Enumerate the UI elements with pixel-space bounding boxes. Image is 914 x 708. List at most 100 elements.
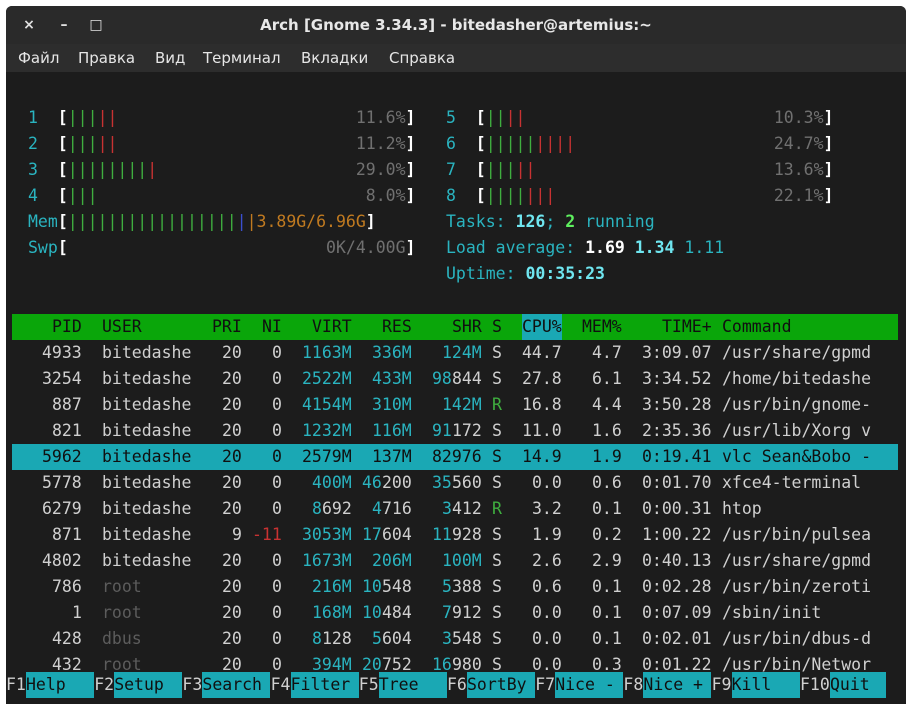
fkey-label-search[interactable]: Search: [202, 672, 271, 698]
cell-shr-thousands: 5: [442, 577, 452, 596]
cell-pid: 4933: [42, 343, 82, 362]
cell-cmd: /usr/bin/dbus-d: [722, 629, 872, 648]
cpu-percent: 8.0%: [365, 186, 406, 205]
fkey-label-tree[interactable]: Tree: [378, 672, 447, 698]
fkey-f4[interactable]: F4: [271, 672, 291, 698]
header-user: USER: [102, 317, 142, 336]
cpu-bar-user: |||: [485, 160, 516, 179]
cell-shr-thousands: 35: [432, 473, 452, 492]
cell-shr-units: 560: [452, 473, 482, 492]
title-bar: × – □ Arch [Gnome 3.34.3] - bitedasher@a…: [6, 6, 906, 44]
cpu-percent: 29.0%: [355, 160, 406, 179]
cell-pid: 6279: [42, 499, 82, 518]
header-cpu: CPU%: [522, 314, 562, 340]
uptime-label: Uptime:: [446, 264, 526, 283]
cell-virt: 3053M: [302, 525, 352, 544]
cell-mem: 0.1: [592, 603, 622, 622]
bracket-open: [: [455, 160, 486, 179]
cell-virt: 216M: [312, 577, 352, 596]
table-row[interactable]: 5962 bitedashe 20 0 2579M 137M 82976 S 14.9 1.9 0:…: [6, 444, 906, 470]
table-row[interactable]: 1 root 20 0 168M 10 484 7 912 S 0.0 0.1 0:07.09/sbin…: [6, 600, 906, 626]
terminal-window: × – □ Arch [Gnome 3.34.3] - bitedasher@a…: [6, 6, 906, 704]
menu-terminal[interactable]: Терминал: [203, 49, 281, 67]
menu-tabs[interactable]: Вкладки: [301, 49, 368, 67]
fkey-label-quit[interactable]: Quit: [830, 672, 886, 698]
cell-user: bitedashe: [102, 499, 192, 518]
fkey-label-help[interactable]: Help: [26, 672, 94, 698]
fkey-label-filter[interactable]: Filter: [290, 672, 359, 698]
cell-time: 3:34.52: [642, 369, 712, 388]
cpu-bar-user: |||||: [485, 134, 536, 153]
cell-virt: 2579M: [302, 447, 352, 466]
cell-res-thousands: 17: [362, 525, 382, 544]
cell-virt-thousands: 8: [312, 629, 322, 648]
cell-user: bitedashe: [102, 395, 192, 414]
cell-ni: 0: [272, 395, 282, 414]
window-title: Arch [Gnome 3.34.3] - bitedasher@artemiu…: [260, 16, 652, 34]
cpu-percent: 13.6%: [773, 160, 824, 179]
table-row[interactable]: 887 bitedashe 20 0 4154M 310M 142M R 16.8 4.4 3:50…: [6, 392, 906, 418]
fkey-label-setup[interactable]: Setup: [114, 672, 183, 698]
table-row[interactable]: 4933 bitedashe 20 0 1163M 336M 124M S 44.7 4.7 3:0…: [6, 340, 906, 366]
table-row[interactable]: 428 dbus 20 0 8 128 5 604 3 548 S 0.0 0.1 0:02.01/usr…: [6, 626, 906, 652]
fkey-f3[interactable]: F3: [182, 672, 202, 698]
table-row[interactable]: 4802 bitedashe 20 0 1673M 206M 100M S 2.6 2.9 0:40…: [6, 548, 906, 574]
terminal-area[interactable]: 1 [||||| 11.6%] 2 [||||| 11.2%] 3 [|||||||…: [6, 72, 906, 704]
fkey-f8[interactable]: F8: [623, 672, 643, 698]
cell-s: S: [492, 629, 502, 648]
fkey-f1[interactable]: F1: [6, 672, 26, 698]
cell-res-thousands: 46: [362, 473, 382, 492]
fkey-f9[interactable]: F9: [712, 672, 732, 698]
bracket-close: ]: [405, 238, 416, 257]
tasks-running: 2: [565, 212, 576, 231]
cell-shr-units: 928: [452, 525, 482, 544]
cpu-bar-system: ||: [515, 160, 536, 179]
cell-mem: 0.1: [592, 629, 622, 648]
menu-file[interactable]: Файл: [18, 49, 59, 67]
menu-help[interactable]: Справка: [389, 49, 455, 67]
fkey-label-sortby[interactable]: SortBy: [467, 672, 535, 698]
fkey-label-kill[interactable]: Kill: [731, 672, 800, 698]
cell-pri: 20: [222, 395, 242, 414]
fkey-f5[interactable]: F5: [359, 672, 379, 698]
table-row[interactable]: 6279 bitedashe 20 0 8 692 4 716 3 412 R 3.2 0.1 0:00.…: [6, 496, 906, 522]
cell-res-units: 200: [382, 473, 412, 492]
fkey-label-nice[interactable]: Nice +: [643, 672, 712, 698]
cell-time: 0:40.13: [642, 551, 712, 570]
menu-edit[interactable]: Правка: [78, 49, 135, 67]
table-row[interactable]: 821 bitedashe 20 0 1232M 116M 91 172 S 11.0 1.6 2:3…: [6, 418, 906, 444]
menu-view[interactable]: Вид: [155, 49, 185, 67]
cell-res-units: 604: [382, 525, 412, 544]
bracket-close: ]: [405, 108, 416, 127]
cell-cmd: /usr/lib/Xorg v: [722, 421, 872, 440]
cell-virt: 400M: [312, 473, 352, 492]
cpu-meter-4: 4 [||| 8.0%]: [28, 183, 415, 209]
fkey-f10[interactable]: F10: [800, 672, 830, 698]
cpu-meter-6: 6 [||||||||| 24.7%]: [446, 131, 833, 157]
cell-pid: 821: [52, 421, 82, 440]
cell-virt-units: 692: [322, 499, 352, 518]
cpu-meter-5: 5 [|||| 10.3%]: [446, 105, 833, 131]
cell-user: dbus: [102, 629, 142, 648]
cell-mem: 1.9: [592, 447, 622, 466]
table-row[interactable]: 786 root 20 0 216M 10 548 5 388 S 0.6 0.1 0:02.28/us…: [6, 574, 906, 600]
header-s: S: [492, 317, 502, 336]
cell-user: bitedashe: [102, 369, 192, 388]
table-row[interactable]: 3254 bitedashe 20 0 2522M 433M 98 844 S 27.8 6.1 3:…: [6, 366, 906, 392]
bracket-open: [: [455, 186, 486, 205]
cpu-meter-1: 1 [||||| 11.6%]: [28, 105, 415, 131]
fkey-f7[interactable]: F7: [535, 672, 555, 698]
cell-cpu: 0.0: [532, 473, 562, 492]
fkey-f6[interactable]: F6: [447, 672, 467, 698]
cell-pri: 20: [222, 447, 242, 466]
mem-bar-buffers: |: [236, 212, 247, 231]
fkey-label-nice[interactable]: Nice -: [555, 672, 624, 698]
cell-ni: 0: [272, 343, 282, 362]
cell-cmd: htop: [722, 499, 762, 518]
table-row[interactable]: 5778 bitedashe 20 0 400M 46 200 35 560 S 0.0 0.6 0:0…: [6, 470, 906, 496]
fkey-f2[interactable]: F2: [94, 672, 114, 698]
bracket-close: ]: [823, 108, 834, 127]
table-row[interactable]: 871 bitedashe 9 -11 3053M 17 604 11 928 S 1.9 0.2 1:…: [6, 522, 906, 548]
